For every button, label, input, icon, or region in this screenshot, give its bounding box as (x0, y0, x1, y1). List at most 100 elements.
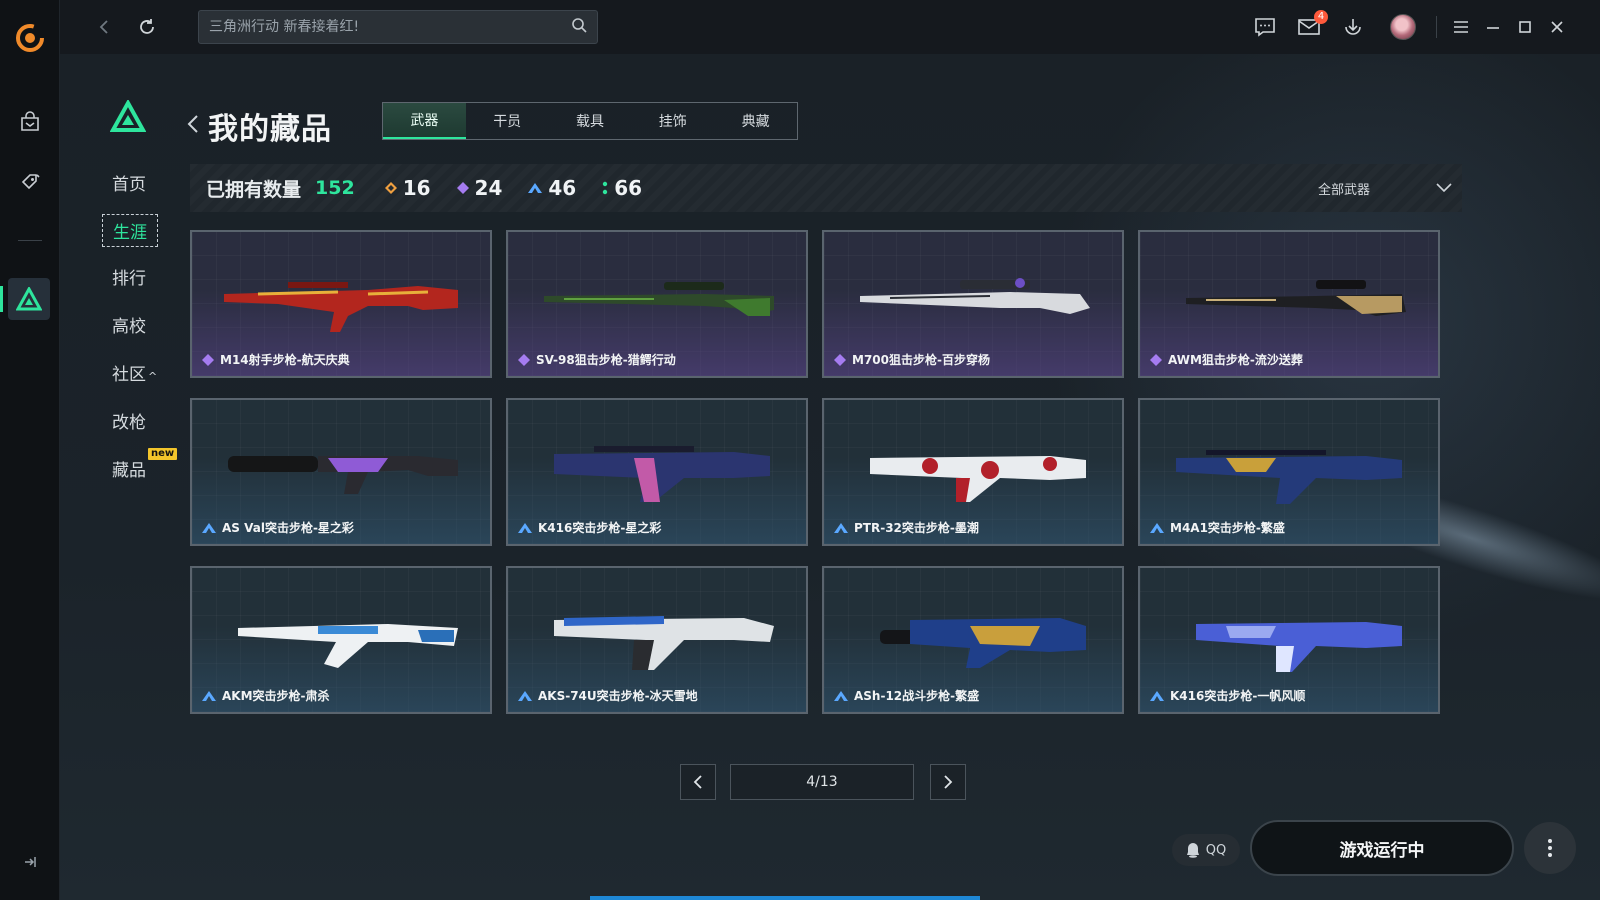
close-icon[interactable] (1544, 14, 1570, 40)
tier-count: 46 (548, 176, 577, 200)
sidenav-item-home[interactable]: 首页 (112, 170, 146, 195)
weapon-card[interactable]: AWM狙击步枪-流沙送葬 (1138, 230, 1440, 378)
blue-rarity-icon (518, 690, 532, 701)
app-logo-icon[interactable] (14, 22, 46, 54)
game-tag-icon[interactable] (16, 168, 44, 196)
tier-stat-orange: 16 (384, 176, 431, 200)
mail-icon[interactable]: 4 (1296, 10, 1328, 40)
weapon-caption: AWM狙击步枪-流沙送葬 (1150, 351, 1303, 368)
weapon-name: M4A1突击步枪-繁盛 (1170, 521, 1285, 535)
sidenav-item-community[interactable]: 社区 ^ (112, 360, 157, 385)
maximize-icon[interactable] (1512, 14, 1538, 40)
weapon-name: PTR-32突击步枪-墨潮 (854, 521, 979, 535)
search-icon[interactable] (571, 17, 587, 37)
weapon-card[interactable]: AKM突击步枪-肃杀 (190, 566, 492, 714)
weapon-filter-dropdown[interactable]: 全部武器 (1318, 164, 1452, 212)
user-avatar[interactable] (1390, 14, 1416, 40)
tab-collector[interactable]: 典藏 (714, 103, 797, 139)
green-dots-icon (603, 181, 608, 195)
weapon-caption: ASh-12战斗步枪-繁盛 (834, 687, 979, 704)
weapon-name: M14射手步枪-航天庆典 (220, 353, 350, 367)
weapon-card[interactable]: M700狙击步枪-百步穿杨 (822, 230, 1124, 378)
qq-login-button[interactable]: QQ (1172, 834, 1240, 866)
tier-count: 24 (474, 176, 503, 200)
purple-rarity-icon (1150, 353, 1162, 366)
blue-chevron-icon (528, 183, 543, 193)
purple-rarity-icon (834, 353, 846, 366)
sidenav-item-collection[interactable]: 藏品 new (112, 448, 202, 481)
tab-operators[interactable]: 干员 (466, 103, 549, 139)
delta-force-app-icon[interactable] (8, 278, 50, 320)
top-bar: 4 (60, 0, 1600, 54)
caret-up-icon: ^ (148, 370, 158, 383)
purple-rarity-icon (518, 353, 530, 366)
weapon-card[interactable]: K416突击步枪-星之彩 (506, 398, 808, 546)
weapon-caption: AKM突击步枪-肃杀 (202, 687, 330, 704)
blue-rarity-icon (1150, 522, 1164, 533)
page-title: 我的藏品 (208, 112, 332, 147)
purple-rarity-icon (202, 353, 214, 366)
qq-label: QQ (1205, 842, 1227, 858)
back-nav-icon[interactable] (92, 14, 118, 40)
rail-divider (18, 240, 42, 241)
weapon-card[interactable]: AKS-74U突击步枪-冰天雪地 (506, 566, 808, 714)
weapon-image (554, 446, 770, 502)
store-bag-icon[interactable] (16, 108, 44, 136)
chat-icon[interactable] (1252, 14, 1278, 40)
weapon-card[interactable]: ASh-12战斗步枪-繁盛 (822, 566, 1124, 714)
weapon-image (880, 618, 1086, 668)
next-page-button[interactable] (930, 764, 966, 800)
vertical-dots-icon (1548, 839, 1552, 857)
download-icon[interactable] (1340, 14, 1366, 40)
owned-count-label: 已拥有数量 (206, 178, 302, 201)
back-chevron-icon[interactable] (186, 114, 200, 134)
weapon-name: ASh-12战斗步枪-繁盛 (854, 689, 980, 703)
blue-rarity-icon (518, 522, 532, 533)
tab-vehicles[interactable]: 载具 (549, 103, 632, 139)
weapon-image (544, 282, 774, 316)
game-running-button[interactable]: 游戏运行中 (1250, 820, 1514, 876)
page-indicator: 4/13 (730, 764, 914, 800)
sidenav-item-career[interactable]: 生涯 (102, 214, 158, 247)
sidenav-item-gunsmith[interactable]: 改枪 (112, 408, 146, 433)
sidenav-item-label: 藏品 (112, 461, 146, 481)
minimize-icon[interactable] (1480, 14, 1506, 40)
weapon-card[interactable]: SV-98狙击步枪-猎鳄行动 (506, 230, 808, 378)
weapon-card[interactable]: PTR-32突击步枪-墨潮 (822, 398, 1124, 546)
search-box[interactable] (198, 10, 598, 44)
weapon-caption: K416突击步枪-星之彩 (518, 519, 661, 536)
sidenav-item-ranking[interactable]: 排行 (112, 264, 146, 289)
weapon-name: SV-98狙击步枪-猎鳄行动 (536, 353, 676, 367)
app-rail (0, 0, 60, 900)
refresh-icon[interactable] (134, 14, 160, 40)
weapon-card[interactable]: K416突击步枪-一帆风顺 (1138, 566, 1440, 714)
menu-icon[interactable] (1448, 14, 1474, 40)
tab-charms[interactable]: 挂饰 (631, 103, 714, 139)
chevron-left-icon (693, 775, 702, 789)
weapon-caption: M4A1突击步枪-繁盛 (1150, 519, 1285, 536)
weapon-card[interactable]: M14射手步枪-航天庆典 (190, 230, 492, 378)
blue-rarity-icon (1150, 690, 1164, 701)
sidenav-item-label: 社区 (112, 365, 146, 385)
tier-stat-green: 66 (602, 176, 642, 200)
main-content: 首页 生涯 排行 高校 社区 ^ 改枪 藏品 new 我的藏品 武器 干员 载具 … (60, 54, 1600, 900)
weapon-image (228, 456, 458, 494)
weapon-caption: M700狙击步枪-百步穿杨 (834, 351, 990, 368)
ownership-stats-bar: 已拥有数量 152 16 24 46 66 全部武器 (190, 164, 1462, 212)
prev-page-button[interactable] (680, 764, 716, 800)
weapon-card[interactable]: AS Val突击步枪-星之彩 (190, 398, 492, 546)
weapon-image (860, 278, 1090, 314)
tier-count: 66 (614, 176, 643, 200)
purple-diamond-icon (456, 182, 469, 194)
search-input[interactable] (209, 19, 571, 35)
weapon-name: AWM狙击步枪-流沙送葬 (1168, 353, 1303, 367)
weapon-image (1176, 450, 1402, 504)
more-options-button[interactable] (1524, 822, 1576, 874)
tab-weapons[interactable]: 武器 (383, 103, 466, 139)
weapon-card[interactable]: M4A1突击步枪-繁盛 (1138, 398, 1440, 546)
filter-selected-value: 全部武器 (1317, 182, 1370, 198)
tier-stat-blue: 46 (528, 176, 576, 200)
collapse-rail-icon[interactable] (20, 852, 40, 872)
blue-rarity-icon (834, 522, 848, 533)
sidenav-item-college[interactable]: 高校 (112, 312, 146, 337)
